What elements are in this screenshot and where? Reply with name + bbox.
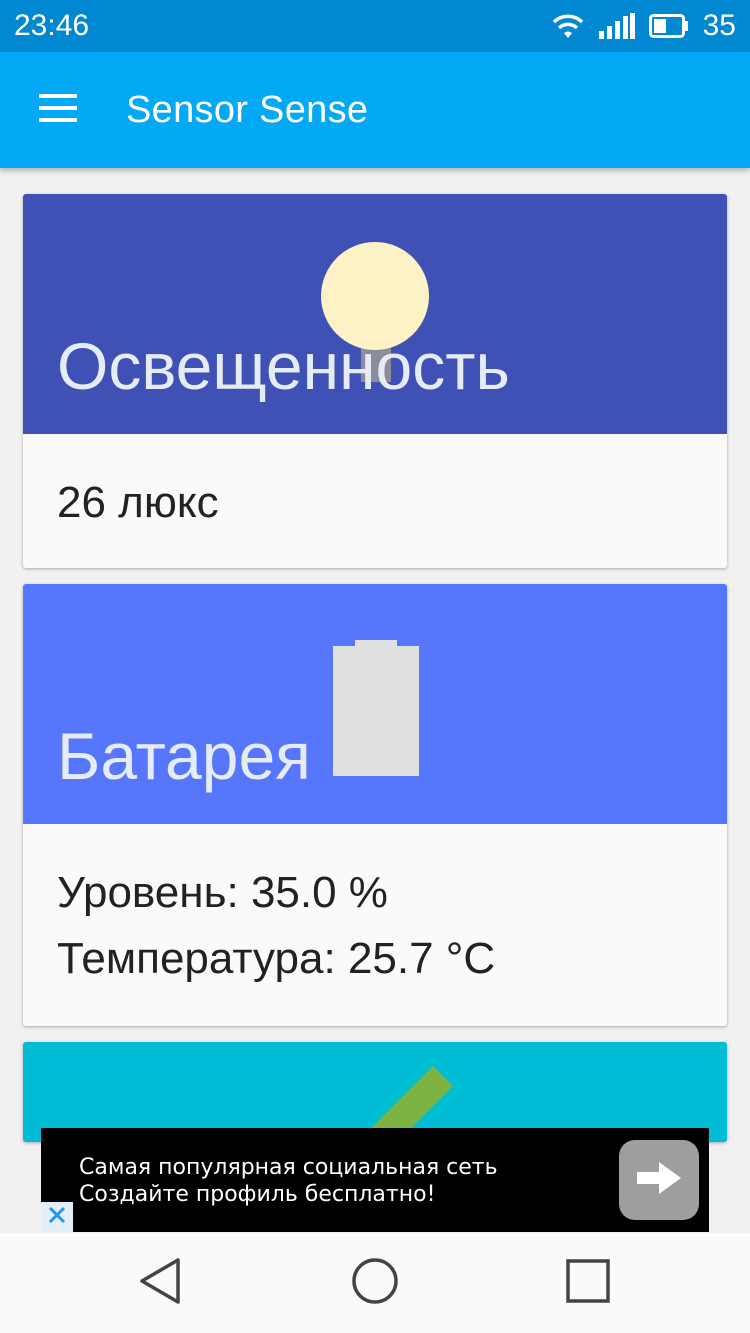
card-header: Батарея <box>23 584 727 824</box>
battery-icon <box>648 14 689 38</box>
battery-level-value: Уровень: 35.0 % <box>57 868 388 917</box>
app-title: Sensor Sense <box>126 88 369 131</box>
wifi-icon <box>551 12 585 40</box>
card-header <box>23 1042 727 1142</box>
arrow-right-icon <box>637 1161 681 1199</box>
app-bar: Sensor Sense <box>0 52 750 168</box>
recents-icon <box>565 1258 611 1309</box>
card-battery-sensor[interactable]: Батарея Уровень: 35.0 % Температура: 25.… <box>23 584 727 1026</box>
ad-close-button[interactable] <box>41 1202 73 1232</box>
card-third-sensor[interactable] <box>23 1042 727 1142</box>
card-light-sensor[interactable]: Освещенность 26 люкс <box>23 194 727 568</box>
ad-text: Самая популярная социальная сеть Создайт… <box>79 1154 498 1208</box>
home-button[interactable] <box>345 1257 405 1309</box>
battery-level: 35 <box>702 9 736 42</box>
menu-button[interactable] <box>0 52 116 168</box>
signal-icon <box>598 13 635 39</box>
light-value: 26 люкс <box>57 478 219 527</box>
back-icon <box>138 1257 182 1310</box>
navigation-bar <box>0 1233 750 1333</box>
home-icon <box>350 1256 400 1311</box>
close-icon <box>48 1206 66 1229</box>
recents-button[interactable] <box>558 1257 618 1309</box>
battery-temperature-value: Температура: 25.7 °C <box>57 934 496 983</box>
hamburger-menu-icon <box>39 93 77 127</box>
card-body: Уровень: 35.0 % Температура: 25.7 °C <box>23 824 727 992</box>
battery-icon <box>333 640 419 776</box>
ad-line-1: Самая популярная социальная сеть <box>79 1155 498 1180</box>
ad-banner[interactable]: Самая популярная социальная сеть Создайт… <box>41 1128 709 1232</box>
card-header: Освещенность <box>23 194 727 434</box>
status-icons: 35 <box>551 9 736 43</box>
card-body: 26 люкс <box>23 434 727 536</box>
card-title: Освещенность <box>57 329 510 403</box>
card-title: Батарея <box>57 719 311 793</box>
ad-line-2: Создайте профиль бесплатно! <box>79 1182 436 1207</box>
status-time: 23:46 <box>14 9 90 42</box>
status-bar: 23:46 35 <box>0 0 750 52</box>
back-button[interactable] <box>130 1257 190 1309</box>
ad-arrow-button[interactable] <box>619 1140 699 1220</box>
